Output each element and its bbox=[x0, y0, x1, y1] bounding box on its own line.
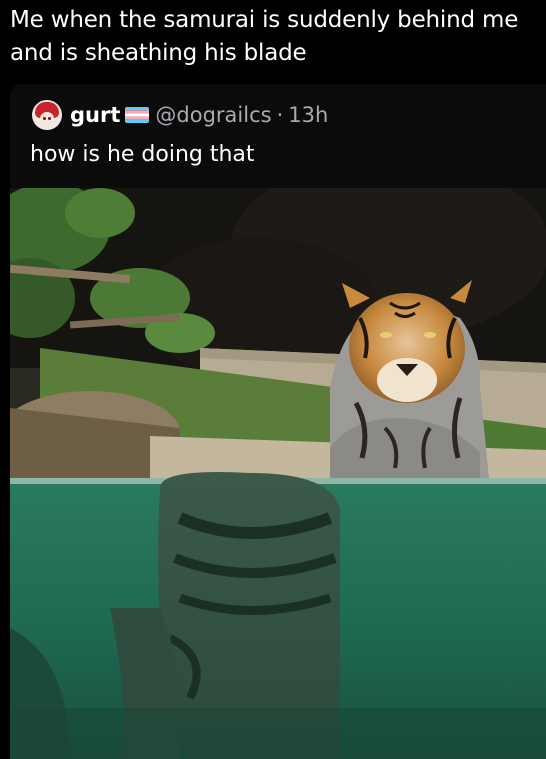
tweet-timestamp[interactable]: 13h bbox=[288, 103, 328, 127]
tweet-text: how is he doing that bbox=[30, 142, 255, 167]
tiger-photo[interactable] bbox=[10, 188, 546, 759]
avatar[interactable] bbox=[32, 100, 62, 130]
user-handle[interactable]: @dograilcs bbox=[155, 103, 271, 127]
display-name[interactable]: gurt bbox=[70, 103, 120, 127]
separator-dot: · bbox=[276, 103, 284, 127]
meme-caption: Me when the samurai is suddenly behind m… bbox=[10, 7, 519, 66]
avatar-eye-right bbox=[48, 117, 51, 120]
tweet-header: gurt @dograilcs · 13h bbox=[32, 100, 328, 130]
transgender-flag-icon bbox=[125, 107, 150, 123]
avatar-eye-left bbox=[43, 117, 46, 120]
tiger-photo-drawing bbox=[10, 188, 546, 759]
quoted-tweet-card[interactable]: gurt @dograilcs · 13h how is he doing th… bbox=[10, 84, 546, 759]
meme-post: Me when the samurai is suddenly behind m… bbox=[0, 0, 546, 759]
